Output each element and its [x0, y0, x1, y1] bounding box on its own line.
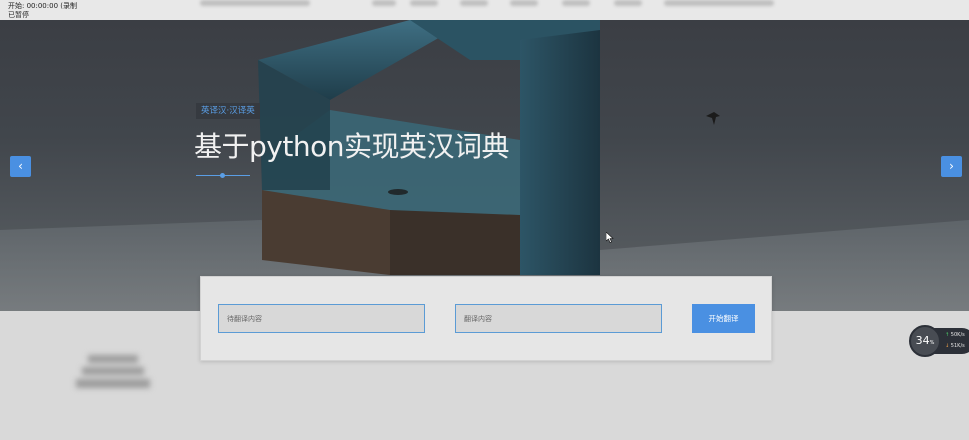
hero-banner: 英译汉·汉译英 基于python实现英汉词典 ‹ › — [0, 20, 969, 311]
mouse-cursor-icon — [606, 232, 614, 243]
upload-rate-value: 50K/s — [950, 332, 965, 338]
carousel-prev-button[interactable]: ‹ — [10, 156, 31, 177]
translate-panel: 开始翻译 — [200, 276, 772, 361]
upload-arrow-icon: ↑ — [945, 332, 950, 338]
upload-rate: ↑ 50K/s — [945, 332, 965, 338]
recording-overlay: 开始: 00:00:00 (录制 已暂停 — [8, 2, 77, 20]
cpu-usage-gauge: 34% — [909, 325, 941, 357]
hero-title: 基于python实现英汉词典 — [194, 130, 509, 163]
recording-status-text: 开始: 00:00:00 (录制 — [8, 2, 77, 10]
source-text-field — [218, 304, 425, 333]
usage-percent-unit: % — [929, 340, 935, 346]
source-text-input[interactable] — [219, 305, 424, 332]
download-arrow-icon: ↓ — [945, 343, 950, 349]
carousel-next-button[interactable]: › — [941, 156, 962, 177]
translated-text-input[interactable] — [456, 305, 661, 332]
download-rate: ↓ 51K/s — [945, 343, 965, 349]
network-speed-widget[interactable]: 34% ↑ 50K/s ↓ 51K/s — [909, 325, 969, 357]
translated-text-field — [455, 304, 662, 333]
title-underline-dot — [220, 173, 225, 178]
hero-background-image — [0, 20, 969, 311]
start-translate-button[interactable]: 开始翻译 — [692, 304, 755, 333]
download-rate-value: 51K/s — [950, 343, 965, 349]
top-navbar: 开始: 00:00:00 (录制 已暂停 — [0, 0, 969, 20]
usage-percent: 34 — [915, 334, 930, 347]
blurred-content — [76, 355, 150, 389]
recording-paused-text: 已暂停 — [8, 11, 29, 19]
hero-tag: 英译汉·汉译英 — [196, 103, 260, 119]
